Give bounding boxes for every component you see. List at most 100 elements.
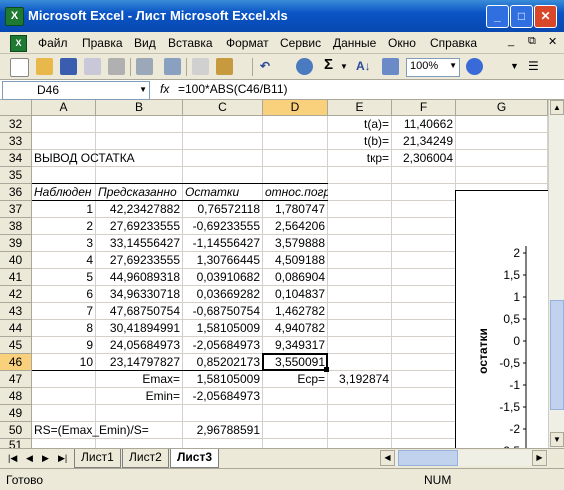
last-sheet-icon[interactable]: ▶|	[58, 453, 67, 464]
row-header-37[interactable]: 37	[0, 201, 32, 218]
row-header-32[interactable]: 32	[0, 116, 32, 133]
menu-insert[interactable]: Вставка	[168, 36, 213, 50]
menu-help[interactable]: Справка	[430, 36, 477, 50]
document-icon[interactable]: X	[10, 35, 27, 52]
cell-c50[interactable]: 2,96788591	[183, 422, 263, 439]
cell-a36[interactable]: Наблюден	[32, 184, 96, 201]
table-cell-c37[interactable]: 0,76572118	[183, 201, 263, 218]
doc-minimize-button[interactable]: _	[508, 35, 514, 47]
research-icon[interactable]	[164, 58, 181, 75]
fill-handle[interactable]	[324, 367, 329, 372]
table-cell-b44[interactable]: 30,41894991	[96, 320, 183, 337]
new-icon[interactable]	[10, 58, 29, 77]
row-header-39[interactable]: 39	[0, 235, 32, 252]
row-header-41[interactable]: 41	[0, 269, 32, 286]
cell-b36[interactable]: Предсказанно	[96, 184, 183, 201]
row-header-35[interactable]: 35	[0, 167, 32, 184]
cell-e32[interactable]: t(a)=	[328, 116, 392, 133]
email-icon[interactable]	[108, 58, 125, 75]
table-cell-d38[interactable]: 2,564206	[263, 218, 328, 235]
autosum-dropdown-icon[interactable]: ▼	[340, 62, 348, 71]
cell-f32[interactable]: 11,40662	[392, 116, 456, 133]
scroll-left-button[interactable]: ◀	[380, 450, 395, 466]
first-sheet-icon[interactable]: |◀	[8, 453, 17, 464]
table-cell-c45[interactable]: -2,05684973	[183, 337, 263, 354]
table-cell-d43[interactable]: 1,462782	[263, 303, 328, 320]
doc-close-button[interactable]: ✕	[548, 35, 557, 48]
table-cell-a45[interactable]: 9	[32, 337, 96, 354]
column-header-b[interactable]: B	[96, 100, 183, 116]
zoom-select[interactable]: 100% ▼	[406, 58, 460, 77]
column-header-a[interactable]: A	[32, 100, 96, 116]
next-sheet-icon[interactable]: ▶	[42, 453, 49, 464]
table-cell-a41[interactable]: 5	[32, 269, 96, 286]
table-cell-d44[interactable]: 4,940782	[263, 320, 328, 337]
row-header-45[interactable]: 45	[0, 337, 32, 354]
row-header-46[interactable]: 46	[0, 354, 32, 371]
column-header-e[interactable]: E	[328, 100, 392, 116]
chart-wizard-icon[interactable]	[382, 58, 399, 75]
table-cell-b43[interactable]: 47,68750754	[96, 303, 183, 320]
chevron-down-icon[interactable]: ▼	[139, 82, 147, 98]
sort-ascending-icon[interactable]: A↓	[356, 59, 371, 73]
help-icon[interactable]	[466, 58, 483, 75]
vertical-scroll-thumb[interactable]	[550, 300, 564, 410]
cell-a50[interactable]: RS=(Emax_Emin)/S=	[32, 422, 183, 439]
table-cell-b39[interactable]: 33,14556427	[96, 235, 183, 252]
menu-file[interactable]: Файл	[38, 36, 68, 50]
table-cell-c38[interactable]: -0,69233555	[183, 218, 263, 235]
table-cell-c39[interactable]: -1,14556427	[183, 235, 263, 252]
select-all-corner[interactable]	[0, 100, 32, 116]
copy-icon[interactable]	[192, 58, 209, 75]
column-header-f[interactable]: F	[392, 100, 456, 116]
cell-c36[interactable]: Остатки	[183, 184, 263, 201]
scroll-down-button[interactable]: ▼	[550, 432, 564, 447]
table-cell-d42[interactable]: 0,104837	[263, 286, 328, 303]
menu-data[interactable]: Данные	[333, 36, 376, 50]
table-cell-b40[interactable]: 27,69233555	[96, 252, 183, 269]
table-cell-b38[interactable]: 27,69233555	[96, 218, 183, 235]
menu-tools[interactable]: Сервис	[280, 36, 321, 50]
permission-icon[interactable]	[84, 58, 101, 75]
table-cell-a40[interactable]: 4	[32, 252, 96, 269]
minimize-button[interactable]: _	[486, 5, 509, 28]
formula-input[interactable]: =100*ABS(C46/B11)	[178, 82, 288, 96]
column-header-d[interactable]: D	[263, 100, 328, 116]
worksheet-grid[interactable]: ABCDEFG 32 33 34 35 36 37 38 39 40 41 42 43 44 45 46 47…	[0, 100, 548, 448]
row-header-42[interactable]: 42	[0, 286, 32, 303]
table-cell-a43[interactable]: 7	[32, 303, 96, 320]
row-header-44[interactable]: 44	[0, 320, 32, 337]
table-cell-a44[interactable]: 8	[32, 320, 96, 337]
autosum-icon[interactable]: Σ	[324, 56, 333, 73]
table-cell-d41[interactable]: 0,086904	[263, 269, 328, 286]
fx-icon[interactable]: fx	[160, 82, 169, 96]
cell-b48[interactable]: Emin=	[96, 388, 183, 405]
cell-f33[interactable]: 21,34249	[392, 133, 456, 150]
table-cell-b37[interactable]: 42,23427882	[96, 201, 183, 218]
cell-c48[interactable]: -2,05684973	[183, 388, 263, 405]
cell-e33[interactable]: t(b)=	[328, 133, 392, 150]
residuals-chart[interactable]: 21,510,50-0,5-1-1,5-2-2,5 остатки	[455, 190, 548, 448]
table-cell-d45[interactable]: 9,349317	[263, 337, 328, 354]
row-header-34[interactable]: 34	[0, 150, 32, 167]
column-header-c[interactable]: C	[183, 100, 263, 116]
horizontal-scroll-thumb[interactable]	[398, 450, 458, 466]
row-header-47[interactable]: 47	[0, 371, 32, 388]
table-cell-c40[interactable]: 1,30766445	[183, 252, 263, 269]
close-button[interactable]: ✕	[534, 5, 557, 28]
scroll-right-button[interactable]: ▶	[532, 450, 547, 466]
toolbar-options-icon[interactable]: ▼	[510, 61, 519, 71]
tab-sheet1[interactable]: Лист1	[74, 449, 121, 468]
cell-e47[interactable]: 3,192874	[328, 371, 392, 388]
table-cell-d39[interactable]: 3,579888	[263, 235, 328, 252]
maximize-button[interactable]: □	[510, 5, 533, 28]
menu-format[interactable]: Формат	[226, 36, 269, 50]
vertical-scrollbar[interactable]: ▲ ▼	[548, 100, 564, 448]
cell-a34[interactable]: ВЫВОД ОСТАТКА	[32, 150, 263, 167]
menu-edit[interactable]: Правка	[82, 36, 123, 50]
column-header-g[interactable]: G	[456, 100, 548, 116]
cell-b47[interactable]: Emax=	[96, 371, 183, 388]
table-cell-a42[interactable]: 6	[32, 286, 96, 303]
table-cell-b41[interactable]: 44,96089318	[96, 269, 183, 286]
row-header-43[interactable]: 43	[0, 303, 32, 320]
